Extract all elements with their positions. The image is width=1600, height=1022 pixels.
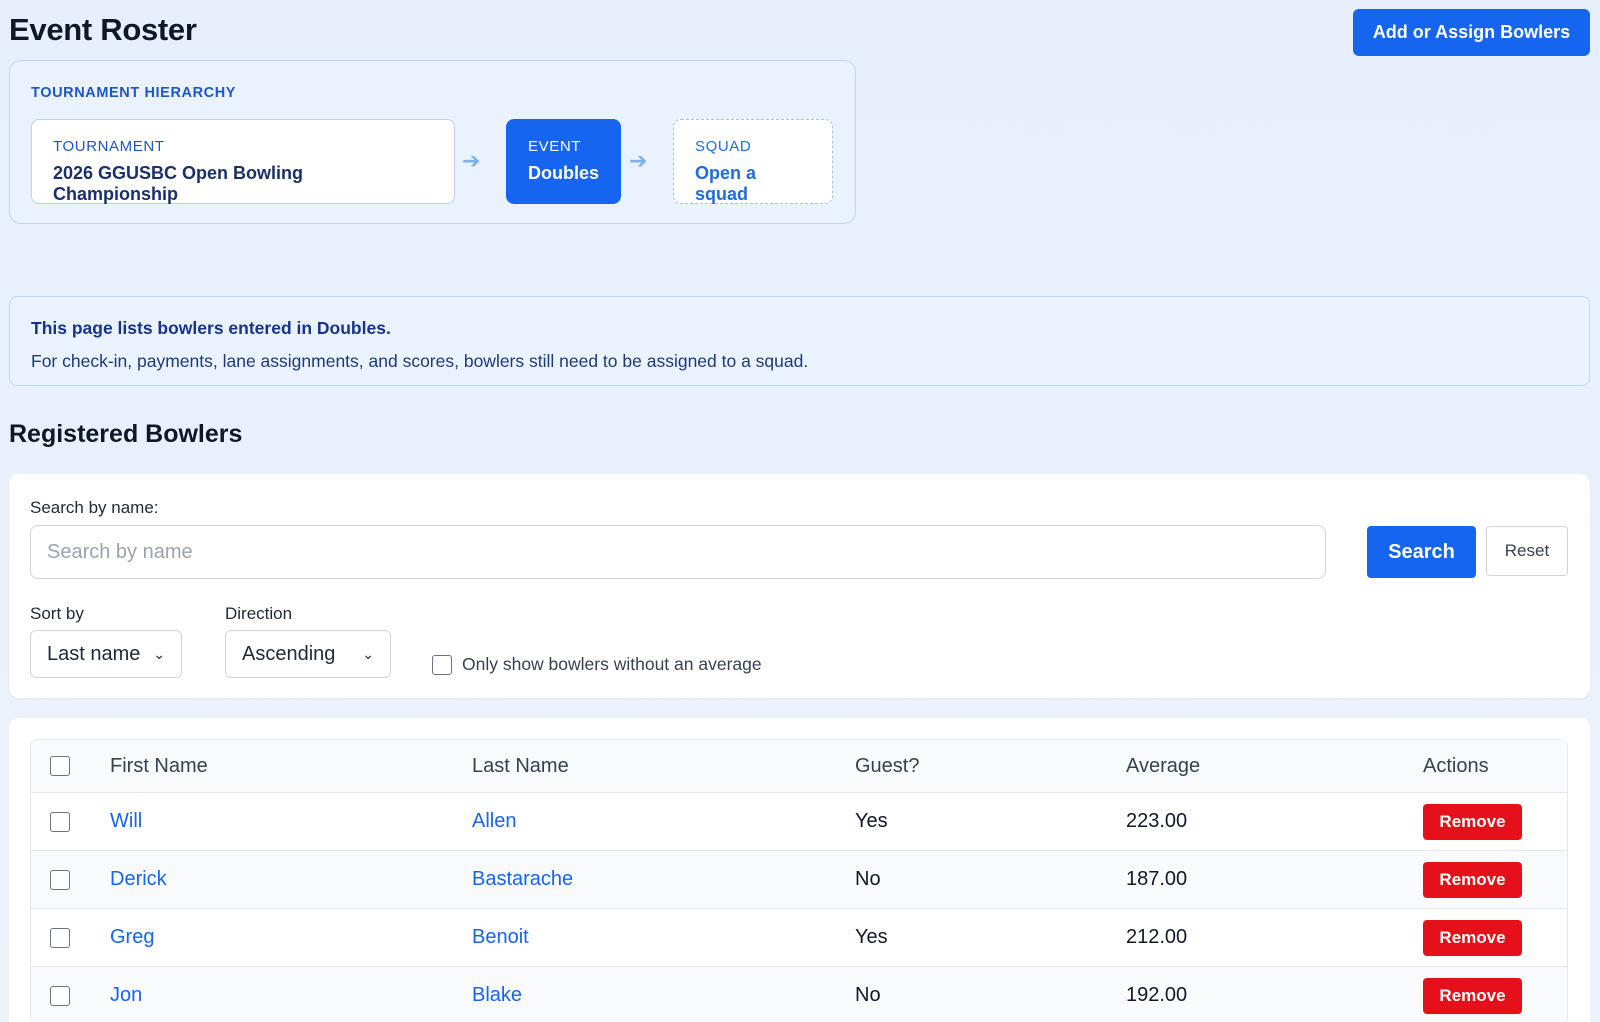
chevron-down-icon: ⌄ [362,645,374,662]
column-header-actions: Actions [1423,754,1489,777]
info-line-2: For check-in, payments, lane assignments… [31,351,809,371]
no-average-label: Only show bowlers without an average [462,654,762,674]
table-row: Derick Bastarache No 187.00 Remove [31,850,1567,908]
chevron-down-icon: ⌄ [153,645,165,662]
row-checkbox[interactable] [50,927,70,948]
direction-value: Ascending [242,642,336,665]
hierarchy-squad-node[interactable]: SQUAD Open a squad [673,119,833,204]
average-value: 187.00 [1126,868,1188,890]
bowlers-table-card: First Name Last Name Guest? Average Acti… [9,718,1590,1022]
remove-button[interactable]: Remove [1423,919,1522,956]
row-checkbox[interactable] [50,869,70,890]
table-header-row: First Name Last Name Guest? Average Acti… [31,740,1567,792]
direction-label: Direction [225,604,293,623]
squad-key: SQUAD [695,138,752,155]
table-row: Greg Benoit Yes 212.00 Remove [31,908,1567,966]
page-title: Event Roster [9,12,197,47]
first-name-link[interactable]: Greg [110,909,154,966]
table-row: Will Allen Yes 223.00 Remove [31,792,1567,850]
search-button[interactable]: Search [1367,526,1476,578]
tournament-name: 2026 GGUSBC Open Bowling Championship [53,163,304,204]
average-value: 192.00 [1126,984,1188,1006]
last-name-link[interactable]: Benoit [472,909,529,966]
tournament-key: TOURNAMENT [53,138,165,155]
column-header-guest[interactable]: Guest? [855,740,919,792]
row-checkbox[interactable] [50,985,70,1006]
info-banner: This page lists bowlers entered in Doubl… [9,296,1590,386]
select-all-checkbox[interactable] [50,756,70,776]
section-title: Registered Bowlers [9,420,243,448]
first-name-link[interactable]: Derick [110,851,167,908]
remove-button[interactable]: Remove [1423,977,1522,1014]
arrow-right-icon: ➔ [629,148,648,173]
reset-button[interactable]: Reset [1486,526,1568,576]
info-line-1: This page lists bowlers entered in Doubl… [31,318,391,338]
no-average-filter[interactable]: Only show bowlers without an average [432,654,762,675]
column-header-last-name[interactable]: Last Name [472,740,569,792]
search-input[interactable] [30,525,1326,579]
bowlers-table: First Name Last Name Guest? Average Acti… [30,739,1568,1022]
guest-value: Yes [855,810,888,832]
filters-panel: Search by name: Search Reset Sort by Las… [9,474,1590,698]
guest-value: Yes [855,926,888,948]
row-checkbox[interactable] [50,811,70,832]
last-name-link[interactable]: Blake [472,967,522,1022]
column-header-first-name[interactable]: First Name [110,740,208,792]
add-or-assign-bowlers-button[interactable]: Add or Assign Bowlers [1353,9,1590,56]
column-header-average[interactable]: Average [1126,740,1200,792]
guest-value: No [855,984,881,1006]
average-value: 223.00 [1126,810,1188,832]
search-label: Search by name: [30,498,159,517]
remove-button[interactable]: Remove [1423,861,1522,898]
guest-value: No [855,868,881,890]
hierarchy-tournament-node[interactable]: TOURNAMENT 2026 GGUSBC Open Bowling Cham… [31,119,455,204]
hierarchy-label: TOURNAMENT HIERARCHY [31,85,237,101]
table-row: Jon Blake No 192.00 Remove [31,966,1567,1022]
last-name-link[interactable]: Bastarache [472,851,573,908]
open-squad-link[interactable]: Open a squad [695,163,811,205]
arrow-right-icon: ➔ [462,148,481,173]
first-name-link[interactable]: Will [110,793,142,850]
last-name-link[interactable]: Allen [472,793,516,850]
event-key: EVENT [528,138,582,155]
direction-select[interactable]: Ascending ⌄ [225,630,391,678]
tournament-hierarchy-panel: TOURNAMENT HIERARCHY TOURNAMENT 2026 GGU… [9,60,856,224]
no-average-checkbox[interactable] [432,654,452,675]
sort-by-value: Last name [47,642,141,665]
sort-by-select[interactable]: Last name ⌄ [30,630,182,678]
sort-by-label: Sort by [30,604,84,623]
average-value: 212.00 [1126,926,1188,948]
hierarchy-event-node[interactable]: EVENT Doubles [506,119,621,204]
remove-button[interactable]: Remove [1423,803,1522,840]
event-name: Doubles [528,163,600,183]
first-name-link[interactable]: Jon [110,967,142,1022]
